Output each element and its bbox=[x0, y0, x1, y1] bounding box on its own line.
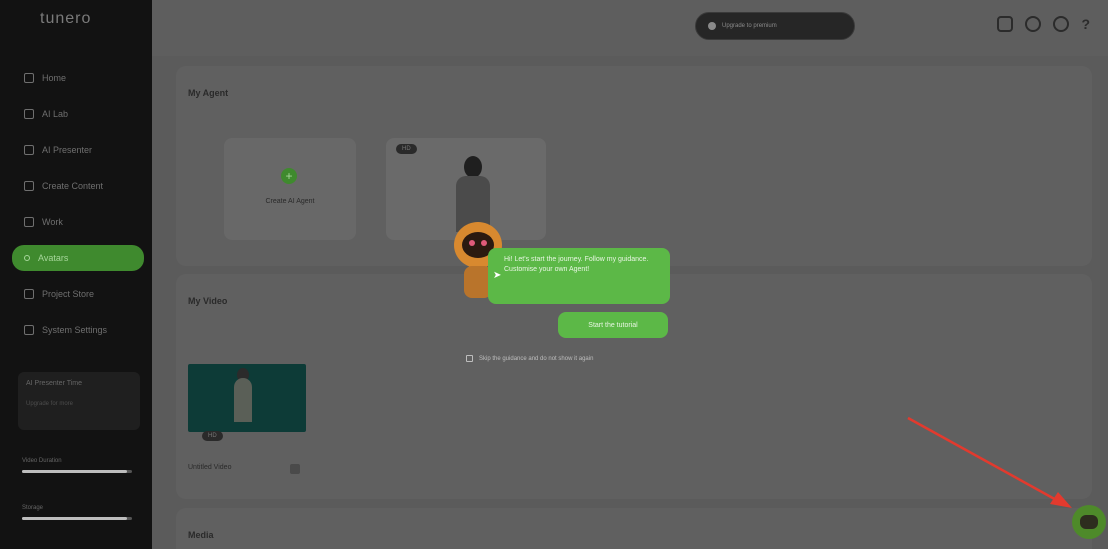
usage-video-duration: Video Duration bbox=[22, 458, 132, 473]
presenter-icon bbox=[24, 145, 34, 155]
more-options-icon[interactable] bbox=[290, 464, 300, 474]
usage-bar bbox=[22, 470, 132, 473]
skip-checkbox[interactable] bbox=[466, 355, 473, 362]
app-logo[interactable]: tunero bbox=[40, 10, 91, 28]
sidebar-item-label: Avatars bbox=[38, 253, 69, 263]
sidebar-item-label: AI Presenter bbox=[42, 145, 93, 155]
video-person-body bbox=[234, 378, 252, 422]
user-avatar-icon[interactable] bbox=[1053, 16, 1070, 32]
video-title[interactable]: Untitled Video bbox=[188, 464, 231, 471]
sidebar-item-label: Project Store bbox=[42, 289, 95, 299]
sidebar-item-avatars[interactable]: Avatars bbox=[12, 245, 144, 271]
usage-label: Storage bbox=[22, 505, 44, 511]
usage-bar-fill bbox=[22, 517, 127, 520]
help-bot-button[interactable] bbox=[1072, 505, 1106, 539]
usage-label: Video Duration bbox=[22, 458, 62, 464]
mascot-eye bbox=[481, 240, 487, 246]
plus-icon: + bbox=[281, 168, 297, 184]
lab-icon bbox=[24, 109, 34, 119]
tour-speech-bubble: Hi! Let's start the journey. Follow my g… bbox=[488, 248, 670, 304]
agent-portrait-head bbox=[464, 156, 482, 178]
sidebar-item-label: AI Lab bbox=[42, 109, 69, 119]
create-agent-card[interactable]: + Create AI Agent bbox=[224, 138, 356, 240]
start-tutorial-button[interactable]: Start the tutorial bbox=[558, 312, 668, 338]
gift-icon[interactable] bbox=[997, 16, 1014, 32]
mascot-eye bbox=[469, 240, 475, 246]
usage-bar bbox=[22, 517, 132, 520]
promo-text: Upgrade to premium bbox=[722, 23, 777, 29]
section-title: My Agent bbox=[188, 88, 229, 98]
skip-guidance-row[interactable]: Skip the guidance and do not show it aga… bbox=[466, 355, 593, 362]
sidebar-item-label: Home bbox=[42, 73, 67, 83]
sidebar-item-label: System Settings bbox=[42, 325, 108, 335]
settings-icon bbox=[24, 325, 34, 335]
promo-pill[interactable]: Upgrade to premium bbox=[695, 12, 855, 40]
refresh-icon[interactable] bbox=[1025, 16, 1042, 32]
sidebar-item-ai-lab[interactable]: AI Lab bbox=[12, 96, 144, 132]
avatar-icon bbox=[24, 255, 30, 261]
top-icons: ? bbox=[997, 16, 1090, 32]
usage-bar-fill bbox=[22, 470, 127, 473]
skip-label: Skip the guidance and do not show it aga… bbox=[479, 355, 594, 362]
sidebar-item-create-content[interactable]: Create Content bbox=[12, 168, 144, 204]
credits-title: AI Presenter Time bbox=[26, 380, 83, 387]
top-bar: Upgrade to premium ? bbox=[152, 0, 1108, 56]
store-icon bbox=[24, 289, 34, 299]
create-agent-label: Create AI Agent bbox=[265, 198, 315, 205]
section-title: My Video bbox=[188, 296, 228, 306]
section-title: Media bbox=[188, 530, 214, 540]
credits-card[interactable]: AI Presenter Time Upgrade for more bbox=[18, 372, 140, 430]
sidebar-nav: Home AI Lab AI Presenter Create Content … bbox=[12, 60, 144, 348]
sidebar-item-label: Create Content bbox=[42, 181, 104, 191]
content-icon bbox=[24, 181, 34, 191]
mouse-cursor-icon: ➤ bbox=[493, 270, 502, 281]
bot-icon bbox=[1080, 515, 1098, 529]
sparkle-icon bbox=[708, 22, 716, 30]
sidebar-item-ai-presenter[interactable]: AI Presenter bbox=[12, 132, 144, 168]
my-agent-section: My Agent + Create AI Agent HD bbox=[176, 66, 1092, 266]
credits-subtitle: Upgrade for more bbox=[26, 401, 74, 407]
video-quality-badge: HD bbox=[202, 431, 223, 441]
work-icon bbox=[24, 217, 34, 227]
home-icon bbox=[24, 73, 34, 83]
sidebar-item-project-store[interactable]: Project Store bbox=[12, 276, 144, 312]
usage-storage: Storage bbox=[22, 505, 132, 520]
sidebar-item-work[interactable]: Work bbox=[12, 204, 144, 240]
pointer-arrow-icon bbox=[907, 416, 1072, 508]
video-thumbnail[interactable] bbox=[188, 364, 306, 432]
help-icon[interactable]: ? bbox=[1081, 16, 1090, 32]
sidebar-item-home[interactable]: Home bbox=[12, 60, 144, 96]
sidebar-item-label: Work bbox=[42, 217, 63, 227]
sidebar-item-system-settings[interactable]: System Settings bbox=[12, 312, 144, 348]
sidebar: tunero Home AI Lab AI Presenter Create C… bbox=[0, 0, 152, 549]
quality-badge: HD bbox=[396, 144, 417, 154]
